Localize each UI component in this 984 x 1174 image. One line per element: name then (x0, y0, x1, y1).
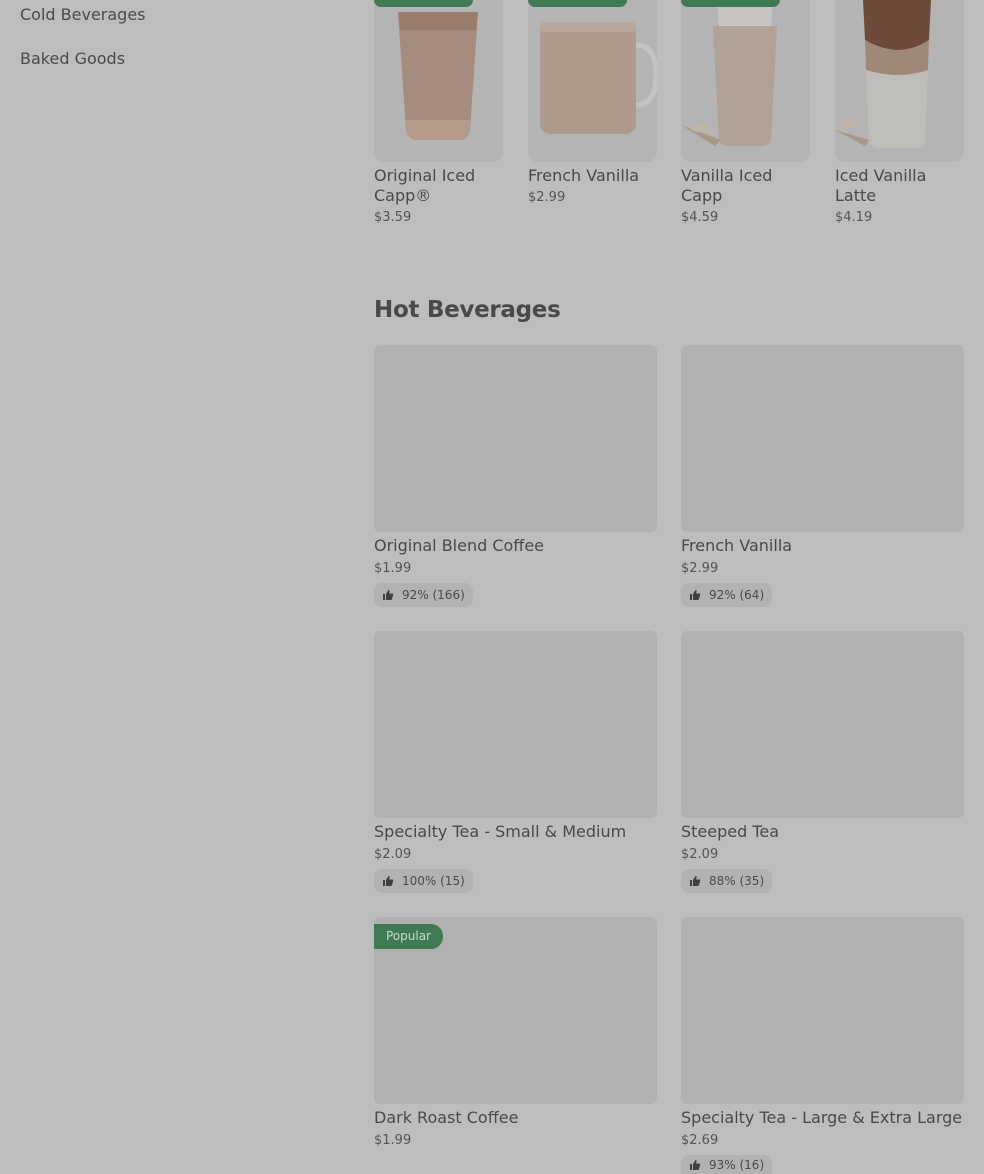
product-image-placeholder (374, 345, 657, 532)
rating-badge: 88% (35) (681, 869, 773, 893)
section-title-hot-beverages: Hot Beverages (374, 297, 561, 323)
product-image-placeholder (681, 345, 964, 532)
rating-text: 100% (15) (402, 874, 465, 888)
product-name: Specialty Tea - Large & Extra Large (681, 1108, 963, 1127)
rating-text: 92% (166) (402, 588, 465, 602)
product-image (681, 0, 810, 162)
thumbs-up-icon (690, 590, 701, 600)
product-image (528, 0, 657, 162)
thumbs-up-icon (383, 876, 394, 886)
thumbs-up-icon (690, 1159, 701, 1170)
product-price: $3.59 (374, 210, 412, 225)
product-name: Original Iced Capp® (374, 166, 476, 205)
sidebar-item-cold-beverages[interactable]: Cold Beverages (20, 5, 146, 24)
product-image-placeholder (681, 917, 964, 1104)
product-name: Iced Vanilla Latte (835, 166, 927, 205)
product-name: Specialty Tea - Small & Medium (374, 822, 627, 841)
product-price: $1.99 (374, 561, 412, 576)
product-name: Vanilla Iced Capp (681, 166, 773, 205)
iced-vanilla-latte-image (835, 0, 931, 148)
vanilla-iced-capp-image (681, 0, 777, 146)
product-image-placeholder (681, 631, 964, 818)
product-price: $1.99 (374, 1133, 412, 1148)
rating-text: 88% (35) (709, 874, 765, 888)
iced-capp-image (398, 12, 478, 140)
badge (528, 0, 627, 7)
rating-badge: 92% (166) (374, 583, 473, 607)
popular-badge: Popular (374, 924, 443, 949)
product-price: $4.59 (681, 210, 719, 225)
product-image (374, 0, 503, 162)
thumbs-up-icon (690, 876, 701, 886)
product-price: $2.69 (681, 1133, 719, 1148)
product-name: Steeped Tea (681, 822, 780, 841)
rating-badge: 93% (16) (681, 1155, 773, 1174)
rating-text: 93% (16) (709, 1157, 765, 1172)
rating-badge: 100% (15) (374, 869, 473, 893)
product-price: $2.99 (528, 190, 566, 205)
rating-badge: 92% (64) (681, 583, 773, 607)
badge (374, 0, 473, 7)
product-price: $2.09 (681, 847, 719, 862)
product-price: $2.09 (374, 847, 412, 862)
sidebar-item-baked-goods[interactable]: Baked Goods (20, 49, 125, 68)
french-vanilla-mug-image (540, 22, 657, 134)
thumbs-up-icon (383, 590, 394, 600)
product-name: French Vanilla (681, 536, 793, 555)
product-price: $2.99 (681, 561, 719, 576)
rating-text: 92% (64) (709, 588, 765, 602)
product-price: $4.19 (835, 210, 873, 225)
product-name: Dark Roast Coffee (374, 1108, 519, 1127)
product-name: Original Blend Coffee (374, 536, 545, 555)
product-image (835, 0, 964, 162)
badge (681, 0, 780, 7)
product-name: French Vanilla (528, 166, 640, 185)
product-image-placeholder (374, 631, 657, 818)
